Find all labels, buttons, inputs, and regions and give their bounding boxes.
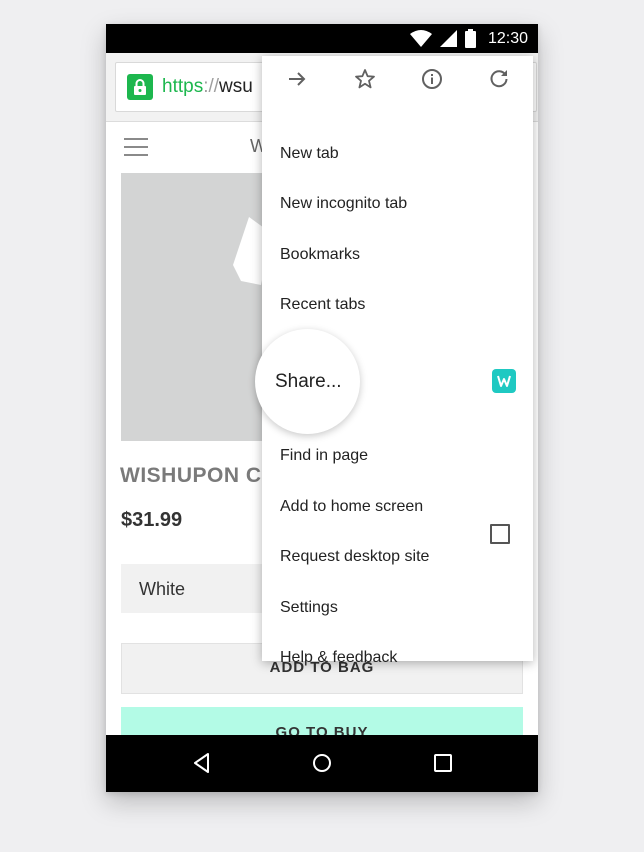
menu-item-recent-tabs[interactable]: Recent tabs xyxy=(280,293,520,317)
battery-icon xyxy=(464,29,476,48)
system-nav-bar xyxy=(106,735,538,792)
hamburger-menu-icon[interactable] xyxy=(124,138,148,156)
product-price: $31.99 xyxy=(121,509,183,531)
menu-toolbar xyxy=(262,56,533,102)
request-desktop-site-checkbox[interactable] xyxy=(490,524,510,544)
color-select-value: White xyxy=(139,579,186,599)
refresh-icon[interactable] xyxy=(487,67,511,91)
share-app-icon[interactable] xyxy=(492,369,516,393)
cell-signal-icon xyxy=(439,30,457,47)
status-bar: 12:30 xyxy=(106,24,538,53)
star-icon[interactable] xyxy=(353,67,377,91)
menu-item-add-to-home-screen[interactable]: Add to home screen xyxy=(280,495,520,519)
home-icon[interactable] xyxy=(310,751,334,775)
url-scheme: https xyxy=(162,76,204,97)
url-host: wsu xyxy=(219,76,253,97)
menu-item-new-incognito-tab[interactable]: New incognito tab xyxy=(280,192,520,216)
url-text[interactable]: https://wsu xyxy=(162,76,253,98)
back-icon[interactable] xyxy=(190,751,214,775)
menu-item-help-feedback[interactable]: Help & feedback xyxy=(280,646,520,670)
info-icon[interactable] xyxy=(420,67,444,91)
menu-item-request-desktop-site[interactable]: Request desktop site xyxy=(280,545,520,569)
menu-item-find-in-page[interactable]: Find in page xyxy=(280,444,520,468)
wifi-icon xyxy=(409,30,432,47)
forward-arrow-icon[interactable] xyxy=(285,67,309,91)
menu-item-new-tab[interactable]: New tab xyxy=(280,142,520,166)
product-title: WISHUPON C xyxy=(120,464,262,487)
url-separator: :// xyxy=(203,76,220,97)
menu-item-bookmarks[interactable]: Bookmarks xyxy=(280,243,520,267)
share-highlight-label: Share... xyxy=(275,371,342,392)
status-icons: 12:30 xyxy=(409,24,528,53)
share-highlight-bubble[interactable]: Share... xyxy=(255,329,360,434)
menu-item-settings[interactable]: Settings xyxy=(280,596,520,620)
recents-icon[interactable] xyxy=(431,751,455,775)
status-time: 12:30 xyxy=(487,29,528,47)
lock-icon[interactable] xyxy=(127,74,153,100)
